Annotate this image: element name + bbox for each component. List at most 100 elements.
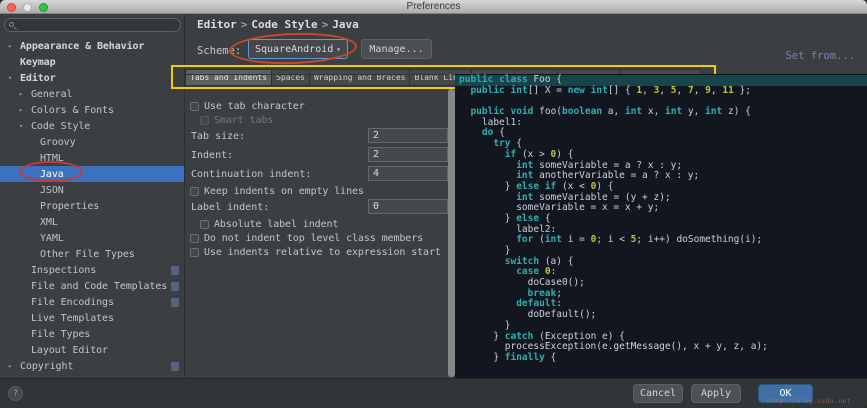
cancel-button[interactable]: Cancel (633, 384, 683, 403)
code-text: a, (602, 106, 625, 117)
checkbox-do-not-indent-top-level-class-members[interactable] (190, 234, 199, 243)
code-keyword: int (511, 85, 528, 96)
checkbox-use-indents-relative-to-expression-start[interactable] (190, 248, 199, 257)
sidebar-item-other-file-types[interactable]: Other File Types (0, 246, 184, 262)
sidebar-item-file-and-code-templates[interactable]: File and Code Templates (0, 278, 184, 294)
code-text: , (659, 85, 670, 96)
breadcrumb: Editor>Code Style>Java (197, 18, 359, 31)
code-text: (x > (516, 149, 550, 160)
sidebar-item-editor[interactable]: ▾Editor (0, 70, 184, 86)
breadcrumb-separator: > (237, 18, 252, 31)
sidebar-item-java[interactable]: Java (0, 166, 184, 182)
sidebar-item-label: YAML (40, 233, 64, 244)
code-text: } (459, 320, 510, 331)
form-scrollbar[interactable] (448, 89, 455, 377)
sidebar-item-appearance-behavior[interactable]: ▸Appearance & Behavior (0, 38, 184, 54)
field-label: Label indent: (191, 202, 269, 213)
code-keyword: int (591, 85, 608, 96)
code-text: foo( (533, 106, 562, 117)
code-keyword: default (516, 298, 556, 309)
code-line: for (int i = 0; i < 5; i++) doSomething(… (459, 235, 867, 246)
code-text: ) { (596, 181, 613, 192)
checkbox-keep-indents-on-empty-lines[interactable] (190, 187, 199, 196)
checkbox-label: Use indents relative to expression start (204, 247, 441, 258)
code-keyword: int (665, 106, 682, 117)
code-keyword: int (545, 234, 562, 245)
field-input-label-indent[interactable] (368, 199, 448, 214)
tree-right-arrow-icon: ▸ (8, 362, 20, 370)
code-text: ; i < (596, 234, 630, 245)
code-text: ; i++) doSomething(i); (636, 234, 762, 245)
code-text: (Exception e) { (533, 331, 625, 342)
sidebar-item-label: Other File Types (40, 249, 135, 260)
code-line: } finally { (459, 353, 867, 364)
sidebar-item-properties[interactable]: Properties (0, 198, 184, 214)
sidebar-item-label: Properties (40, 201, 99, 212)
sidebar-item-colors-fonts[interactable]: ▸Colors & Fonts (0, 102, 184, 118)
field-label: Tab size: (191, 131, 245, 142)
code-text: , (642, 85, 653, 96)
sidebar-item-label: Groovy (40, 137, 76, 148)
field-input-tab-size[interactable] (368, 128, 448, 143)
code-text: someVariable = a ? x : y; (533, 160, 682, 171)
code-text: } (459, 245, 510, 256)
field-input-continuation-indent[interactable] (368, 166, 448, 181)
code-keyword: do (482, 127, 493, 138)
code-text: , (694, 85, 705, 96)
code-keyword: if (505, 149, 516, 160)
code-text (459, 266, 516, 277)
code-text: [] X = (528, 85, 568, 96)
code-keyword: int (516, 160, 533, 171)
field-input-indent[interactable] (368, 147, 448, 162)
checkbox-absolute-label-indent[interactable] (200, 220, 209, 229)
sidebar-item-keymap[interactable]: Keymap (0, 54, 184, 70)
sidebar-item-label: Java (40, 169, 64, 180)
sidebar-item-yaml[interactable]: YAML (0, 230, 184, 246)
code-text (459, 138, 493, 149)
tree-down-arrow-icon: ▾ (19, 122, 31, 130)
checkbox-label: Absolute label indent (214, 219, 338, 230)
code-keyword: try (493, 138, 510, 149)
sidebar-item-groovy[interactable]: Groovy (0, 134, 184, 150)
sidebar-item-xml[interactable]: XML (0, 214, 184, 230)
sidebar-item-file-encodings[interactable]: File Encodings (0, 294, 184, 310)
settings-tree: ▸Appearance & BehaviorKeymap▾Editor▸Gene… (0, 38, 184, 374)
checkbox-smart-tabs[interactable] (200, 116, 209, 125)
code-text: } (459, 331, 505, 342)
apply-button[interactable]: Apply (691, 384, 741, 403)
sidebar-item-label: Live Templates (31, 313, 114, 324)
sidebar-item-copyright[interactable]: ▸Copyright (0, 358, 184, 374)
sidebar-item-general[interactable]: ▸General (0, 86, 184, 102)
help-button[interactable]: ? (8, 386, 23, 401)
code-text: anotherVariable = a ? x : y; (533, 170, 699, 181)
set-from-link[interactable]: Set from... (785, 50, 855, 62)
sidebar-item-inspections[interactable]: Inspections (0, 262, 184, 278)
code-keyword: break (528, 288, 557, 299)
sidebar-item-html[interactable]: HTML (0, 150, 184, 166)
scheme-dropdown[interactable]: SquareAndroid ▾ (248, 39, 348, 59)
code-keyword: public (459, 74, 493, 85)
sidebar-item-label: Colors & Fonts (31, 105, 114, 116)
sidebar-item-code-style[interactable]: ▾Code Style (0, 118, 184, 134)
field-row-tab-size: Tab size: (186, 127, 448, 146)
code-text: someVariable = x = x + y; (459, 202, 659, 213)
sidebar-item-live-templates[interactable]: Live Templates (0, 310, 184, 326)
manage-button[interactable]: Manage... (361, 39, 432, 59)
sidebar-item-json[interactable]: JSON (0, 182, 184, 198)
code-text: : (556, 298, 562, 309)
tree-right-arrow-icon: ▸ (19, 90, 31, 98)
tree-down-arrow-icon: ▾ (8, 74, 20, 82)
sidebar-item-label: Code Style (31, 121, 90, 132)
field-row-continuation-indent: Continuation indent: (186, 165, 448, 184)
checkbox-use-tab-character[interactable] (190, 102, 199, 111)
code-keyword: case (516, 266, 539, 277)
code-keyword: else (516, 181, 539, 192)
sidebar-item-label: HTML (40, 153, 64, 164)
sidebar-item-label: General (31, 89, 72, 100)
code-text: z) { (722, 106, 751, 117)
sidebar-item-layout-editor[interactable]: Layout Editor (0, 342, 184, 358)
title-bar: Preferences (0, 0, 867, 14)
search-input[interactable] (4, 18, 181, 32)
field-label: Indent: (191, 150, 233, 161)
sidebar-item-file-types[interactable]: File Types (0, 326, 184, 342)
